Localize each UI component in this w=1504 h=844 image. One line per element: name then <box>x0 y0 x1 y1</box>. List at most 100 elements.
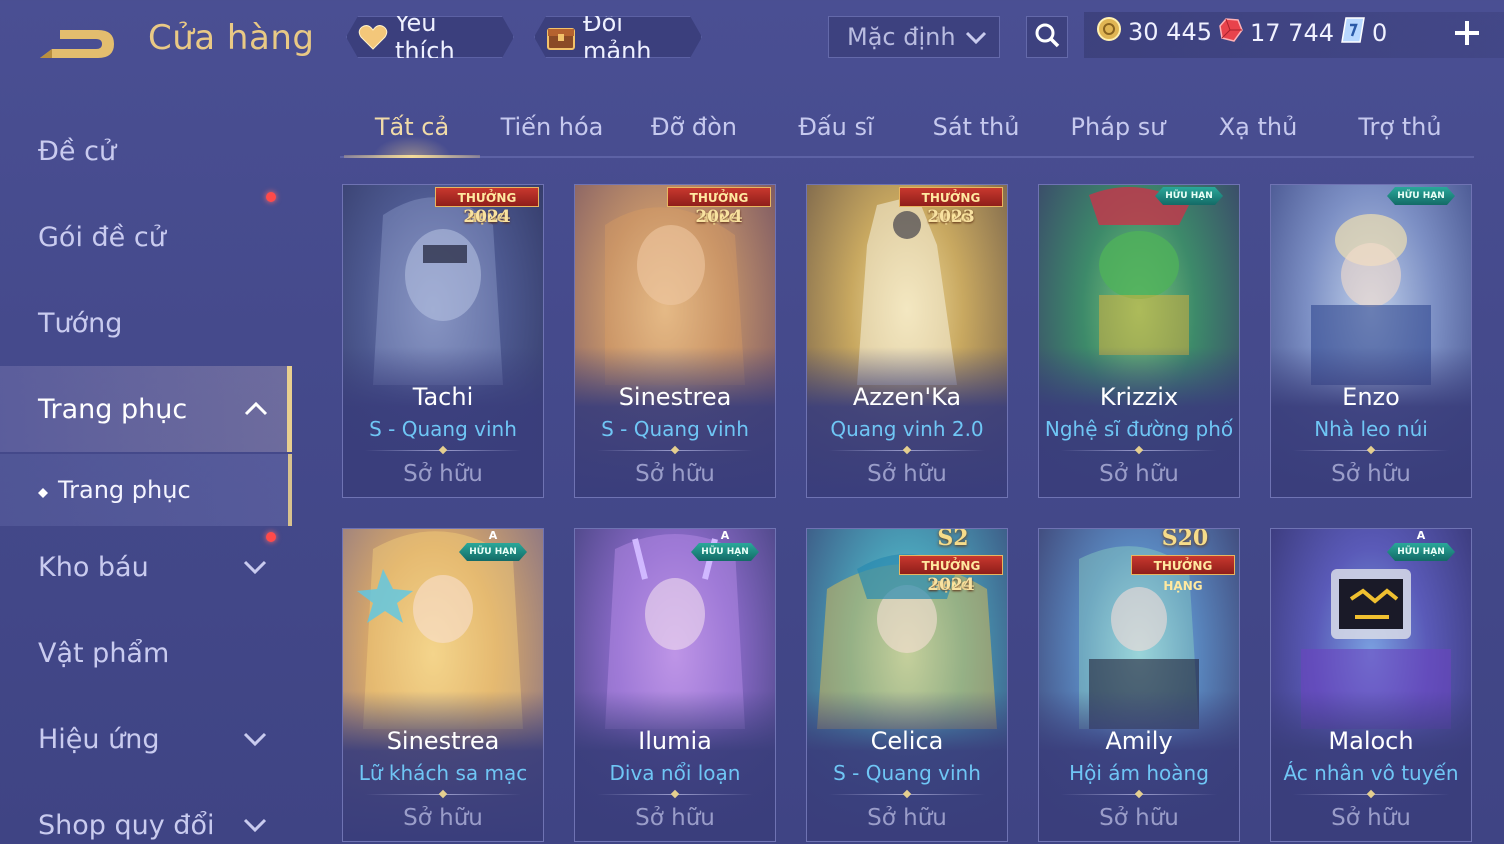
tab-support[interactable]: Trợ thủ <box>1330 98 1470 156</box>
sort-value: Mặc định <box>847 23 956 51</box>
tab-assassin[interactable]: Sát thủ <box>906 98 1046 156</box>
page-title: Cửa hàng <box>148 18 315 58</box>
exchange-fragments-label: Đổi mảnh <box>583 9 652 65</box>
sidebar-item-label: Gói đề cử <box>38 221 166 253</box>
skin-card[interactable]: S2 THƯỞNG HẠNG 2024 Celica S - Quang vin… <box>806 528 1008 842</box>
skin-grid: THƯỞNG HẠNG 2024 Tachi S - Quang vinh Sở… <box>342 184 1472 844</box>
divider <box>829 450 985 451</box>
hero-name: Azzen'Ka <box>852 383 962 411</box>
skin-card[interactable]: THƯỞNG HẠNG 2024 Sinestrea S - Quang vin… <box>574 184 776 498</box>
gold-coin-icon <box>1096 16 1122 48</box>
favorites-label: Yêu thích <box>395 9 455 65</box>
limited-badge: A HỮU HẠN <box>459 529 527 569</box>
tab-marksman[interactable]: Xạ thủ <box>1188 98 1328 156</box>
ruby-amount: 17 744 <box>1250 19 1334 47</box>
sidebar-item-heroes[interactable]: Tướng <box>0 282 286 364</box>
notification-dot <box>266 192 276 202</box>
top-bar: Cửa hàng Yêu thích Đổi mảnh Mặc định 30 … <box>0 0 1504 80</box>
sidebar-item-effects[interactable]: Hiệu ứng <box>0 698 286 780</box>
skin-name: Hội ám hoàng <box>1069 761 1209 785</box>
limited-badge: HỮU HẠN <box>1155 184 1223 213</box>
skin-name: S - Quang vinh <box>369 417 517 441</box>
sidebar-item-items[interactable]: Vật phẩm <box>0 612 286 694</box>
hero-name: Sinestrea <box>386 727 500 755</box>
owned-status: Sở hữu <box>1331 461 1411 487</box>
add-currency-button[interactable] <box>1452 18 1482 48</box>
tab-mage[interactable]: Pháp sư <box>1048 98 1188 156</box>
rank-reward-badge: S20 THƯỞNG HẠNG <box>1127 529 1239 599</box>
chevron-down-icon <box>243 818 267 833</box>
owned-status: Sở hữu <box>867 461 947 487</box>
plus-icon <box>1452 21 1482 52</box>
owned-status: Sở hữu <box>1099 461 1179 487</box>
sidebar-item-recommended[interactable]: Đề cử <box>0 110 286 192</box>
sidebar-item-exchange-shop[interactable]: Shop quy đổi <box>0 784 286 844</box>
hero-name: Maloch <box>1328 727 1414 755</box>
rank-reward-badge: THƯỞNG HẠNG 2023 <box>895 185 1007 235</box>
skin-name: Nghệ sĩ đường phố <box>1044 417 1234 441</box>
sidebar-item-label: Kho báu <box>38 551 149 583</box>
sidebar-subitem-label: Trang phục <box>58 476 191 504</box>
divider <box>597 794 753 795</box>
owned-status: Sở hữu <box>1331 805 1411 831</box>
sidebar-item-label: Tướng <box>38 307 123 339</box>
hero-name: Tachi <box>412 383 474 411</box>
skin-name: S - Quang vinh <box>833 761 981 785</box>
ruby-balance: 17 744 <box>1216 16 1334 50</box>
tab-all[interactable]: Tất cả <box>342 98 482 158</box>
rank-reward-badge: S2 THƯỞNG HẠNG 2024 <box>895 529 1007 599</box>
rank-reward-badge: THƯỞNG HẠNG 2024 <box>663 185 775 235</box>
skin-card[interactable]: A HỮU HẠN Ilumia Diva nổi loạn Sở hữu <box>574 528 776 842</box>
hero-name: Amily <box>1105 727 1173 755</box>
sidebar-item-recommended-packs[interactable]: Gói đề cử <box>0 192 286 278</box>
owned-status: Sở hữu <box>867 805 947 831</box>
tab-evolution[interactable]: Tiến hóa <box>482 98 622 156</box>
limited-badge: A HỮU HẠN <box>691 529 759 569</box>
gold-amount: 30 445 <box>1128 18 1212 46</box>
sidebar-item-label: Trang phục <box>38 393 188 425</box>
role-tabs: Tất cả Tiến hóa Đỡ đòn Đấu sĩ Sát thủ Ph… <box>340 98 1474 158</box>
hero-name: Celica <box>870 727 944 755</box>
tab-tank[interactable]: Đỡ đòn <box>624 98 764 156</box>
exchange-fragments-button[interactable]: Đổi mảnh <box>534 16 702 58</box>
sidebar-subitem-skins[interactable]: Trang phục <box>0 454 292 526</box>
chevron-down-icon <box>243 732 267 747</box>
chevron-down-icon <box>965 23 987 51</box>
season-label: S2 <box>937 528 969 551</box>
hero-name: Ilumia <box>638 727 712 755</box>
ticket-amount: 0 <box>1372 19 1388 47</box>
bullet-diamond-icon <box>38 476 48 504</box>
owned-status: Sở hữu <box>403 805 483 831</box>
divider <box>829 794 985 795</box>
ticket-balance: 0 <box>1340 16 1387 50</box>
skin-card[interactable]: A HỮU HẠN Sinestrea Lữ khách sa mạc Sở h… <box>342 528 544 842</box>
skin-card[interactable]: A HỮU HẠN Maloch Ác nhân vô tuyến Sở hữu <box>1270 528 1472 842</box>
owned-status: Sở hữu <box>1099 805 1179 831</box>
sidebar-item-skins[interactable]: Trang phục <box>0 366 292 452</box>
skin-card[interactable]: THƯỞNG HẠNG 2023 Azzen'Ka Quang vinh 2.0… <box>806 184 1008 498</box>
chest-icon <box>545 21 577 53</box>
skin-card[interactable]: THƯỞNG HẠNG 2024 Tachi S - Quang vinh Sở… <box>342 184 544 498</box>
search-button[interactable] <box>1026 16 1068 58</box>
sort-dropdown[interactable]: Mặc định <box>828 16 1000 58</box>
sidebar-item-label: Vật phẩm <box>38 637 170 669</box>
heart-icon <box>357 21 389 53</box>
owned-status: Sở hữu <box>403 461 483 487</box>
gold-balance: 30 445 <box>1096 16 1212 48</box>
ruby-icon <box>1216 16 1244 50</box>
skin-card[interactable]: S20 THƯỞNG HẠNG Amily Hội ám hoàng Sở hữ… <box>1038 528 1240 842</box>
skin-card[interactable]: HỮU HẠN Enzo Nhà leo núi Sở hữu <box>1270 184 1472 498</box>
skin-card[interactable]: HỮU HẠN Krizzix Nghệ sĩ đường phố Sở hữu <box>1038 184 1240 498</box>
sidebar-item-treasure[interactable]: Kho báu <box>0 526 286 608</box>
back-arrow-icon[interactable] <box>36 22 118 64</box>
season-label: S20 <box>1161 528 1209 551</box>
rank-reward-badge: THƯỞNG HẠNG 2024 <box>431 185 543 235</box>
limited-badge: A HỮU HẠN <box>1387 529 1455 569</box>
divider <box>1293 450 1449 451</box>
favorites-button[interactable]: Yêu thích <box>346 16 514 58</box>
sidebar: Đề cử Gói đề cử Tướng Trang phục Trang p… <box>0 108 292 844</box>
hero-name: Sinestrea <box>618 383 732 411</box>
sidebar-item-label: Hiệu ứng <box>38 723 160 755</box>
tab-fighter[interactable]: Đấu sĩ <box>766 98 906 156</box>
skin-name: S - Quang vinh <box>601 417 749 441</box>
